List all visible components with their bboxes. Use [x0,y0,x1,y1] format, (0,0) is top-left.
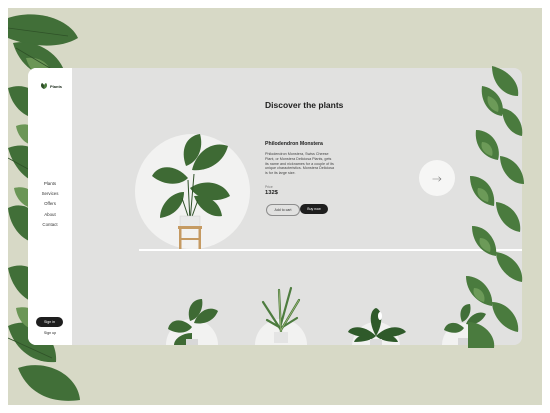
nav-item-contact[interactable]: Contact [28,222,72,227]
thumbnail-peace-lily[interactable] [346,306,408,345]
add-to-cart-button[interactable]: Add to cart [266,204,300,216]
thumbnail-dracaena[interactable] [253,280,313,345]
thumbnail-monstera[interactable] [162,293,222,345]
nav-item-offers[interactable]: Offers [28,201,72,206]
next-plant-button[interactable] [419,160,455,196]
sidebar-nav: Plants Services Offers About Contact [28,181,72,232]
logo-text: Plants [50,83,63,89]
arrow-right-icon [432,169,442,187]
sidebar: Plants Plants Services Offers About Cont… [28,68,72,345]
sign-up-link[interactable]: Sign up [28,331,72,335]
nav-item-services[interactable]: Services [28,191,72,196]
price-value: 132$ [265,190,278,196]
nav-item-about[interactable]: About [28,212,72,217]
monstera-hero-image [146,130,236,255]
nav-item-plants[interactable]: Plants [28,181,72,186]
logo[interactable]: Plants [40,77,62,95]
price-label: Price [265,185,273,189]
product-description: Philodendron Monstera, Swiss Cheese Plan… [265,152,335,176]
page-title: Discover the plants [265,100,344,110]
product-name: Philodendron Monstera [265,141,323,147]
decorative-leaves-right [462,66,524,348]
buy-now-button[interactable]: Buy now [300,204,328,214]
plant-logo-icon [40,77,48,95]
sign-in-button[interactable]: Sign in [36,317,63,327]
app-window: Plants Plants Services Offers About Cont… [28,68,522,345]
